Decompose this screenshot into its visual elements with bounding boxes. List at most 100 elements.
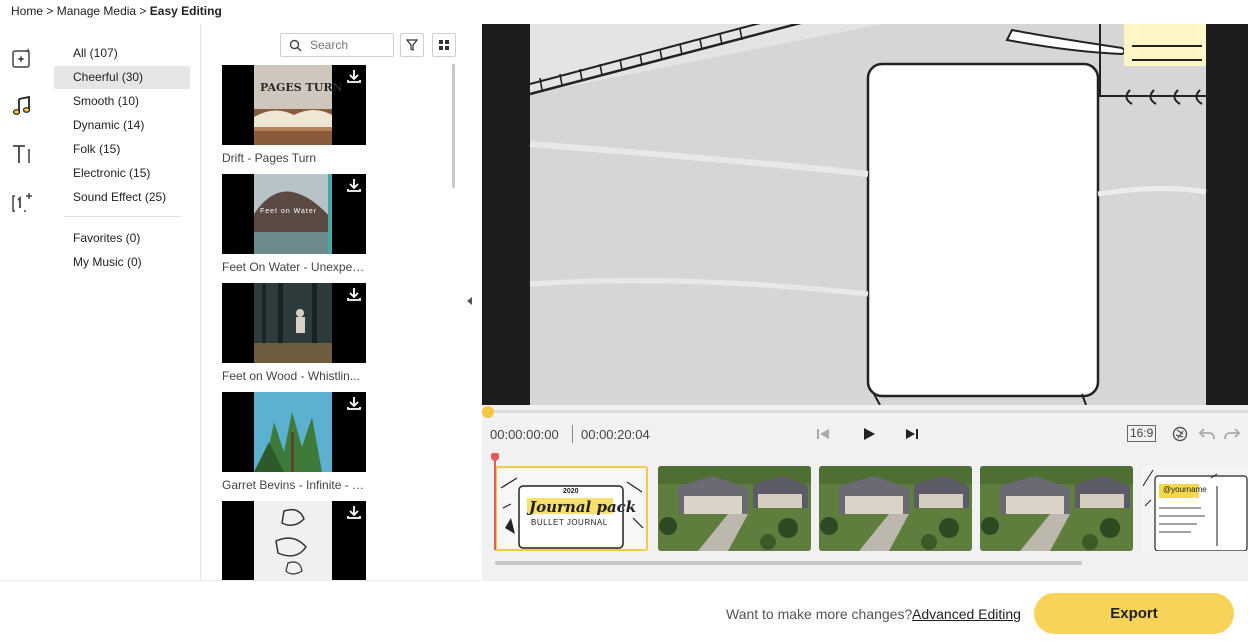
grid-view-button[interactable]: [432, 33, 456, 57]
album-art: [254, 501, 332, 581]
export-button[interactable]: Export: [1034, 593, 1234, 634]
media-thumbnail[interactable]: [222, 283, 366, 363]
preview-frame: [482, 24, 1248, 405]
easy-editing-window: Home > Manage Media > Easy Editing All (…: [0, 0, 1248, 641]
media-thumbnail[interactable]: Feet on Water: [222, 174, 366, 254]
time-separator: [572, 425, 573, 443]
category-electronic[interactable]: Electronic (15): [54, 162, 190, 185]
text-icon: [13, 145, 30, 163]
undo-icon: [1198, 428, 1215, 440]
filter-button[interactable]: [400, 33, 424, 57]
clip-thumbnail: [1141, 466, 1248, 551]
category-folk[interactable]: Folk (15): [54, 138, 190, 161]
media-item[interactable]: Feet on Water Feet On Water - Unexpec...: [222, 174, 366, 274]
breadcrumb-manage-media[interactable]: Manage Media: [57, 4, 136, 18]
media-title: Feet On Water - Unexpec...: [222, 260, 366, 274]
category-cheerful[interactable]: Cheerful (30): [54, 66, 190, 89]
search-box[interactable]: [280, 33, 394, 57]
snapshot-button[interactable]: [1170, 424, 1190, 444]
breadcrumb: Home > Manage Media > Easy Editing: [11, 4, 222, 18]
category-divider: [64, 216, 181, 217]
album-art-text: Feet on Water: [260, 208, 318, 215]
timeline: 2020 Journal pack BULLET JOURNAL @yourna…: [482, 451, 1248, 580]
search-input[interactable]: [310, 38, 390, 52]
clip-year: 2020: [563, 488, 579, 495]
play-icon: [864, 428, 875, 440]
media-item[interactable]: Garret Bevins - Infinite - S...: [222, 392, 366, 492]
album-art: [254, 283, 332, 363]
media-item[interactable]: [222, 501, 366, 581]
music-media-panel: PAGES TURN Drift - Pages Turn Feet on Wa…: [202, 24, 462, 581]
footer-bar: Want to make more changes? Advanced Edit…: [0, 580, 1248, 641]
collapse-panel-arrow-icon[interactable]: [467, 297, 472, 305]
clip-subtitle: BULLET JOURNAL: [531, 518, 608, 527]
rail-music-button[interactable]: [8, 92, 36, 120]
redo-button[interactable]: [1222, 424, 1242, 444]
filter-icon: [406, 39, 418, 51]
media-title: Feet on Wood - Whistlin...: [222, 369, 360, 383]
aperture-icon: [1172, 426, 1188, 442]
media-thumbnail[interactable]: [222, 501, 366, 581]
rail-sticker-button[interactable]: [8, 188, 36, 216]
current-time: 00:00:00:00: [490, 427, 559, 442]
timeline-clip[interactable]: @yourname: [1141, 466, 1248, 551]
clip-thumbnail: [819, 466, 972, 551]
album-art-text: PAGES TURN: [260, 81, 343, 94]
total-time: 00:00:20:04: [581, 427, 650, 442]
download-icon[interactable]: [346, 395, 362, 411]
media-title: Garret Bevins - Infinite - S...: [222, 478, 366, 492]
download-icon[interactable]: [346, 177, 362, 193]
playback-controls: 00:00:00:00 00:00:20:04 16:9: [482, 405, 1248, 451]
clip-thumbnail: [980, 466, 1133, 551]
timeline-scrollbar[interactable]: [495, 561, 1082, 565]
timeline-clip[interactable]: [658, 466, 811, 551]
undo-button[interactable]: [1197, 424, 1217, 444]
skip-back-icon: [817, 429, 829, 439]
progress-track[interactable]: [482, 410, 1248, 413]
play-button[interactable]: [859, 424, 879, 444]
media-thumbnail[interactable]: [222, 392, 366, 472]
clip-thumbnail: [658, 466, 811, 551]
rail-text-button[interactable]: [8, 140, 36, 168]
aspect-ratio-button[interactable]: 16:9: [1127, 425, 1157, 442]
download-icon[interactable]: [346, 286, 362, 302]
breadcrumb-separator: >: [136, 4, 150, 18]
tool-rail: [0, 24, 46, 580]
category-smooth[interactable]: Smooth (10): [54, 90, 190, 113]
media-item[interactable]: PAGES TURN Drift - Pages Turn: [222, 65, 366, 165]
media-thumbnail[interactable]: PAGES TURN: [222, 65, 366, 145]
breadcrumb-separator: >: [43, 4, 57, 18]
clip-handle-text: @yourname: [1163, 485, 1207, 494]
previous-frame-button[interactable]: [813, 424, 833, 444]
search-icon: [289, 39, 302, 51]
album-art: [254, 65, 332, 145]
media-item[interactable]: Feet on Wood - Whistlin...: [222, 283, 366, 383]
breadcrumb-current: Easy Editing: [149, 4, 222, 18]
timeline-clip[interactable]: [819, 466, 972, 551]
timeline-clip[interactable]: [980, 466, 1133, 551]
progress-knob[interactable]: [482, 406, 494, 418]
advanced-editing-link[interactable]: Advanced Editing: [912, 606, 1021, 622]
video-preview: [482, 24, 1248, 405]
breadcrumb-home[interactable]: Home: [11, 4, 43, 18]
category-dynamic[interactable]: Dynamic (14): [54, 114, 190, 137]
advanced-prompt-text: Want to make more changes?: [726, 606, 913, 622]
album-art: [254, 392, 332, 472]
download-icon[interactable]: [346, 504, 362, 520]
download-icon[interactable]: [346, 68, 362, 84]
music-category-list: All (107) Cheerful (30) Smooth (10) Dyna…: [46, 24, 201, 580]
timeline-clip[interactable]: 2020 Journal pack BULLET JOURNAL: [495, 466, 648, 551]
playhead-line: [494, 459, 496, 550]
sticker-add-icon: [12, 193, 32, 212]
skip-forward-icon: [906, 429, 918, 439]
media-title: Drift - Pages Turn: [222, 151, 317, 165]
rail-ai-button[interactable]: [8, 44, 36, 72]
category-my-music[interactable]: My Music (0): [54, 251, 190, 274]
category-favorites[interactable]: Favorites (0): [54, 227, 190, 250]
music-note-icon: [12, 95, 31, 115]
media-scrollbar[interactable]: [452, 64, 455, 188]
category-all[interactable]: All (107): [54, 42, 190, 65]
category-sound-effect[interactable]: Sound Effect (25): [54, 186, 190, 209]
next-frame-button[interactable]: [902, 424, 922, 444]
grid-icon: [439, 40, 449, 50]
